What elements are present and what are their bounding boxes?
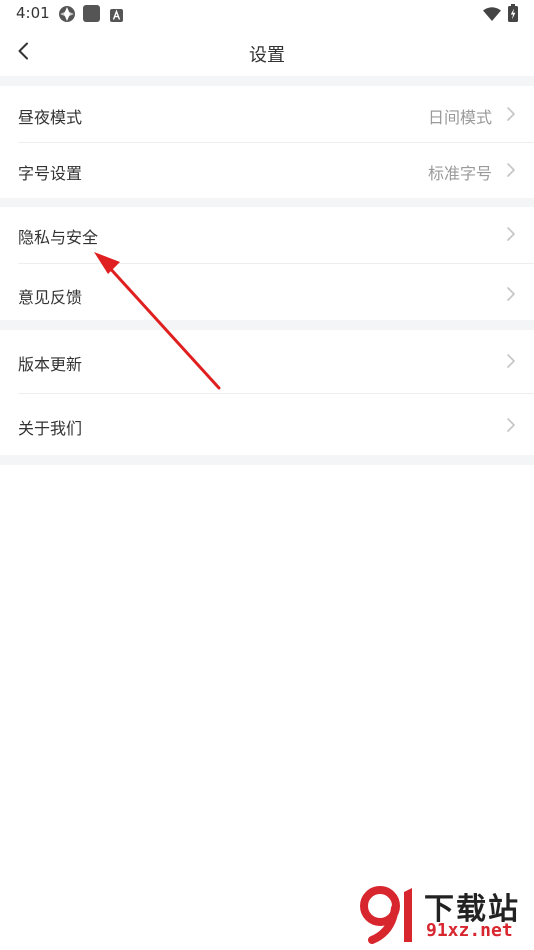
row-label: 意见反馈 — [18, 288, 83, 307]
row-value: 标准字号 — [427, 164, 492, 183]
watermark-91-mark-icon — [360, 886, 412, 944]
section-gap — [0, 76, 534, 86]
chevron-right-icon — [507, 107, 515, 121]
square-notification-icon — [83, 5, 100, 26]
chevron-right-icon — [507, 354, 515, 368]
settings-row-day-night-mode[interactable]: 昼夜模式 日间模式 — [0, 86, 534, 142]
watermark-logo: 下载站 91xz.net — [358, 884, 528, 946]
chevron-right-icon — [507, 227, 515, 241]
chevron-right-icon — [507, 163, 515, 177]
section-gap — [0, 320, 534, 330]
row-label: 字号设置 — [18, 164, 83, 183]
section-gap — [0, 455, 534, 465]
app-header: 设置 — [0, 28, 534, 76]
settings-row-privacy-security[interactable]: 隐私与安全 — [0, 207, 534, 263]
wifi-icon — [483, 6, 501, 25]
status-time: 4:01 — [16, 4, 50, 22]
text-notification-icon — [110, 7, 123, 26]
row-value: 日间模式 — [427, 108, 492, 127]
app-notification-icon — [58, 5, 76, 27]
row-label: 昼夜模式 — [18, 108, 83, 127]
row-label: 关于我们 — [18, 419, 83, 438]
status-bar: 4:01 — [0, 0, 534, 28]
page-title: 设置 — [249, 45, 285, 66]
battery-charging-icon — [508, 4, 518, 26]
settings-row-feedback[interactable]: 意见反馈 — [0, 264, 534, 320]
row-label: 版本更新 — [18, 355, 83, 374]
watermark-domain: 91xz.net — [426, 920, 513, 941]
section-gap — [0, 198, 534, 207]
settings-row-about-us[interactable]: 关于我们 — [0, 394, 534, 455]
chevron-right-icon — [507, 418, 515, 432]
row-label: 隐私与安全 — [18, 228, 99, 247]
settings-row-version-update[interactable]: 版本更新 — [0, 330, 534, 393]
settings-row-font-size[interactable]: 字号设置 标准字号 — [0, 143, 534, 198]
chevron-right-icon — [507, 287, 515, 301]
